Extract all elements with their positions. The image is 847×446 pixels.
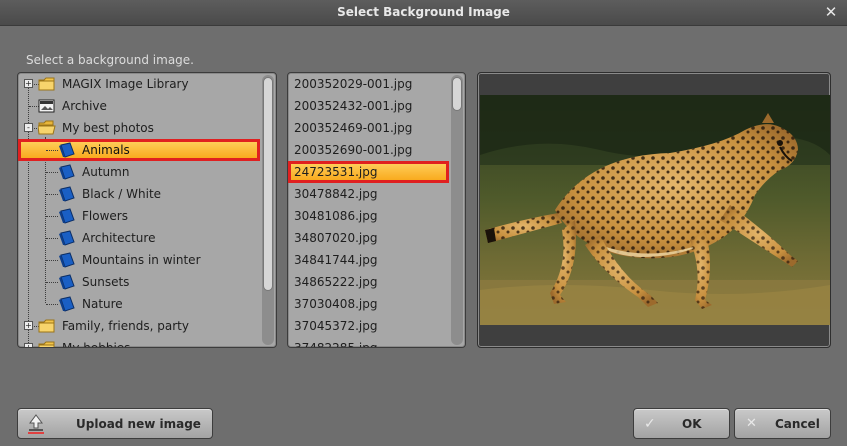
window-title: Select Background Image xyxy=(337,5,510,19)
tree-item-label: Nature xyxy=(82,297,123,311)
title-bar: Select Background Image ✕ xyxy=(0,0,847,26)
tree-item-label: My hobbies xyxy=(62,341,131,348)
file-list-item[interactable]: 37482285.jpg xyxy=(288,337,449,347)
tree-item-label: Family, friends, party xyxy=(62,319,189,333)
file-list-item[interactable]: 200352432-001.jpg xyxy=(288,95,449,117)
tree-item-label: Flowers xyxy=(82,209,128,223)
ok-button[interactable]: ✓ OK xyxy=(633,408,730,439)
tree-item-label: Animals xyxy=(82,143,130,157)
tree-item[interactable]: Mountains in winter xyxy=(18,249,260,271)
upload-button-label: Upload new image xyxy=(76,417,201,431)
book-icon xyxy=(58,230,76,246)
book-icon xyxy=(58,274,76,290)
tree-connector-line xyxy=(46,150,58,151)
tree-item[interactable]: Flowers xyxy=(18,205,260,227)
file-list-item[interactable]: 37030408.jpg xyxy=(288,293,449,315)
ok-button-label: OK xyxy=(682,417,702,431)
file-list-item[interactable]: 200352029-001.jpg xyxy=(288,73,449,95)
expand-icon[interactable]: + xyxy=(24,321,33,330)
tree-item[interactable]: - My best photos xyxy=(18,117,260,139)
collapse-icon[interactable]: - xyxy=(24,123,33,132)
cancel-button[interactable]: ✕ Cancel xyxy=(734,408,831,439)
cancel-x-icon: ✕ xyxy=(746,416,757,431)
expand-icon[interactable]: + xyxy=(24,79,33,88)
file-list-item[interactable]: 200352469-001.jpg xyxy=(288,117,449,139)
file-list-item[interactable]: 37045372.jpg xyxy=(288,315,449,337)
book-icon xyxy=(58,296,76,312)
folder-icon xyxy=(38,318,56,334)
tree-item-label: MAGIX Image Library xyxy=(62,77,189,91)
file-list-item[interactable]: 30478842.jpg xyxy=(288,183,449,205)
file-list[interactable]: 200352029-001.jpg 200352432-001.jpg 200352… xyxy=(287,72,466,348)
tree-item[interactable]: + Family, friends, party xyxy=(18,315,260,337)
tree-item[interactable]: Black / White xyxy=(18,183,260,205)
file-list-item[interactable]: 24723531.jpg xyxy=(288,161,449,183)
tree-item[interactable]: Autumn xyxy=(18,161,260,183)
folder-tree[interactable]: + MAGIX Image Library Archive - My best phot… xyxy=(17,72,277,348)
tree-item-label: Autumn xyxy=(82,165,130,179)
folder-open-icon xyxy=(37,120,56,136)
tree-connector-line xyxy=(46,260,58,261)
tree-item[interactable]: Sunsets xyxy=(18,271,260,293)
book-icon xyxy=(58,142,76,158)
tree-item-label: Mountains in winter xyxy=(82,253,201,267)
folder-icon xyxy=(38,340,56,347)
upload-new-image-button[interactable]: Upload new image xyxy=(17,408,213,439)
tree-item[interactable]: Architecture xyxy=(18,227,260,249)
tree-item[interactable]: Animals xyxy=(18,139,260,161)
folder-icon xyxy=(38,76,56,92)
tree-item[interactable]: Archive xyxy=(18,95,260,117)
upload-icon xyxy=(28,414,44,434)
book-icon xyxy=(58,186,76,202)
tree-connector-line xyxy=(46,194,58,195)
tree-connector-line xyxy=(46,304,58,305)
book-icon xyxy=(58,252,76,268)
file-list-scrollbar[interactable] xyxy=(451,75,463,345)
book-icon xyxy=(58,164,76,180)
file-list-item[interactable]: 34807020.jpg xyxy=(288,227,449,249)
tree-connector-line xyxy=(46,282,58,283)
tree-scrollbar[interactable] xyxy=(262,75,274,345)
tree-item-label: Sunsets xyxy=(82,275,130,289)
checkmark-icon: ✓ xyxy=(644,416,656,432)
tree-connector-line xyxy=(46,238,58,239)
tree-item-label: Archive xyxy=(62,99,107,113)
file-list-item[interactable]: 34841744.jpg xyxy=(288,249,449,271)
image-preview xyxy=(477,72,831,348)
file-list-item[interactable]: 200352690-001.jpg xyxy=(288,139,449,161)
book-icon xyxy=(58,208,76,224)
instruction-text: Select a background image. xyxy=(26,53,194,67)
tree-connector-line xyxy=(46,172,58,173)
tree-item[interactable]: Nature xyxy=(18,293,260,315)
file-list-scrollbar-thumb[interactable] xyxy=(452,77,462,111)
tree-scrollbar-thumb[interactable] xyxy=(263,77,273,291)
cheetah-preview-image xyxy=(480,95,830,325)
archive-icon xyxy=(38,98,56,114)
expand-icon[interactable]: + xyxy=(24,343,33,347)
file-list-item[interactable]: 34865222.jpg xyxy=(288,271,449,293)
close-icon[interactable]: ✕ xyxy=(823,4,839,20)
file-list-item[interactable]: 30481086.jpg xyxy=(288,205,449,227)
tree-item-label: Black / White xyxy=(82,187,162,201)
tree-item[interactable]: + MAGIX Image Library xyxy=(18,73,260,95)
tree-item-label: Architecture xyxy=(82,231,156,245)
cancel-button-label: Cancel xyxy=(775,417,820,431)
tree-item-label: My best photos xyxy=(62,121,154,135)
tree-connector-line xyxy=(46,216,58,217)
tree-item[interactable]: + My hobbies xyxy=(18,337,260,348)
